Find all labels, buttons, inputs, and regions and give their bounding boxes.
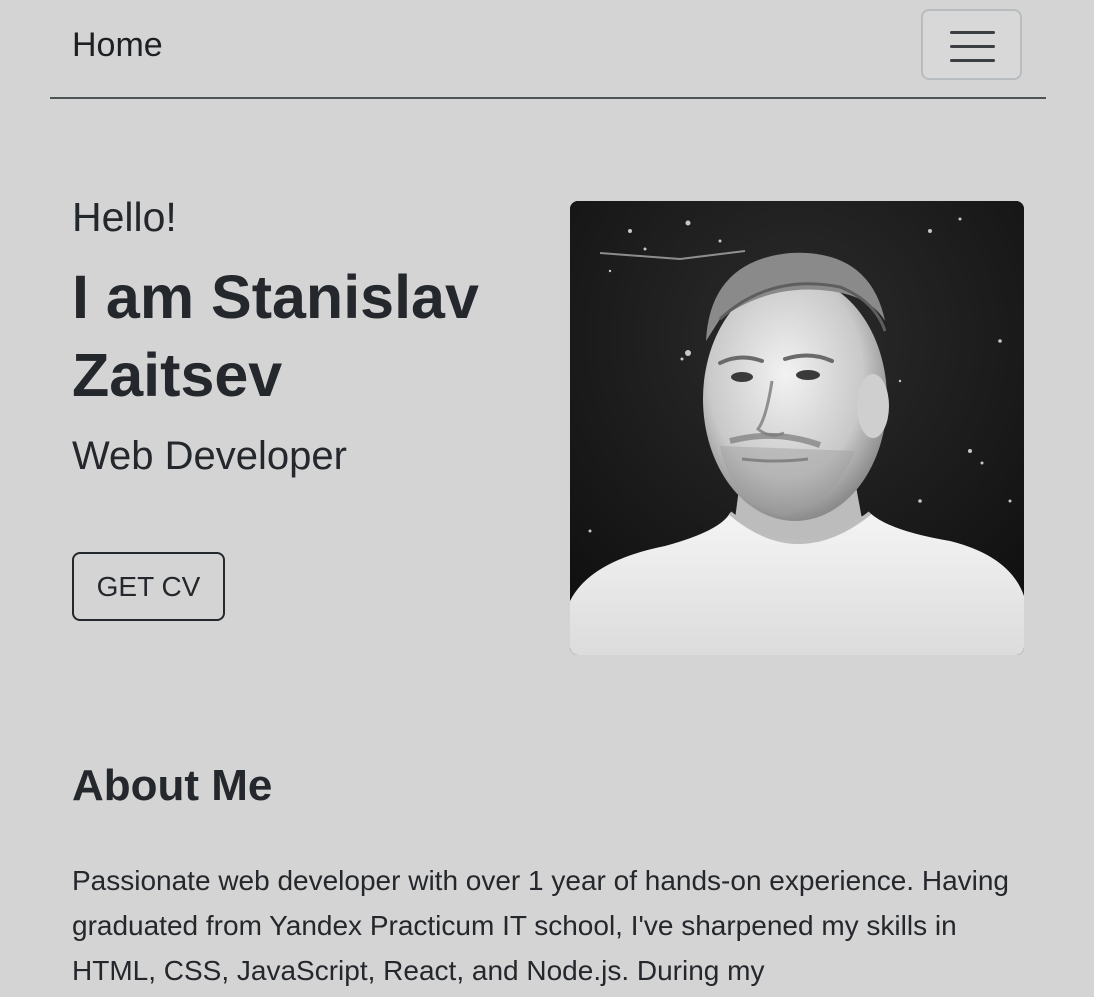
menu-toggle-button[interactable] xyxy=(921,9,1022,80)
home-link[interactable]: Home xyxy=(72,23,163,67)
navbar: Home xyxy=(50,0,1046,99)
name-heading: I am Stanislav Zaitsev xyxy=(72,263,479,409)
get-cv-button[interactable]: GET CV xyxy=(72,552,225,621)
about-paragraph: Passionate web developer with over 1 yea… xyxy=(72,865,1010,986)
greeting-heading: Hello! xyxy=(72,194,177,240)
about-heading: About Me xyxy=(72,761,273,810)
profile-photo xyxy=(570,201,1024,655)
role-heading: Web Developer xyxy=(72,434,347,478)
hero-intro: Hello! I am Stanislav Zaitsev Web Develo… xyxy=(72,190,542,484)
